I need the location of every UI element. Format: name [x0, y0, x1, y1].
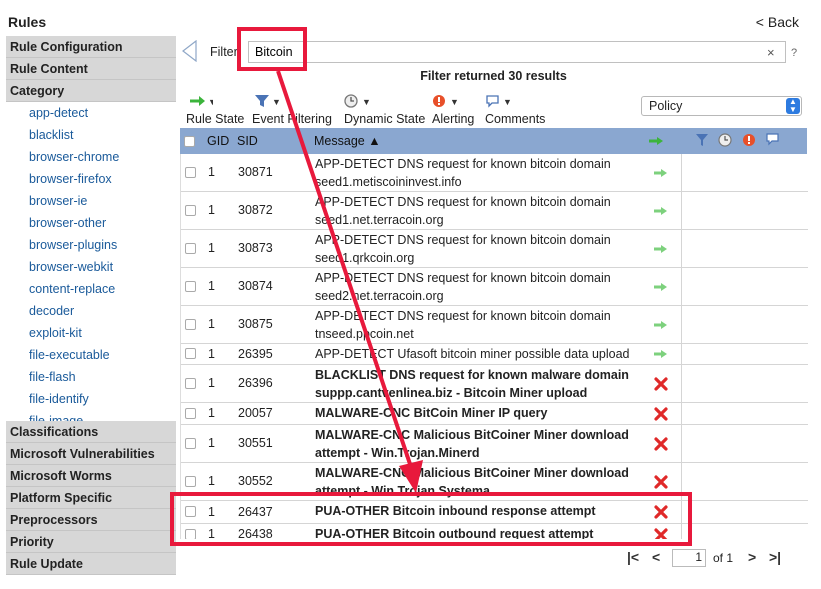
annotation-arrow: [276, 70, 423, 493]
rules-app: Rules < Back Rule Configuration Rule Con…: [0, 0, 808, 575]
